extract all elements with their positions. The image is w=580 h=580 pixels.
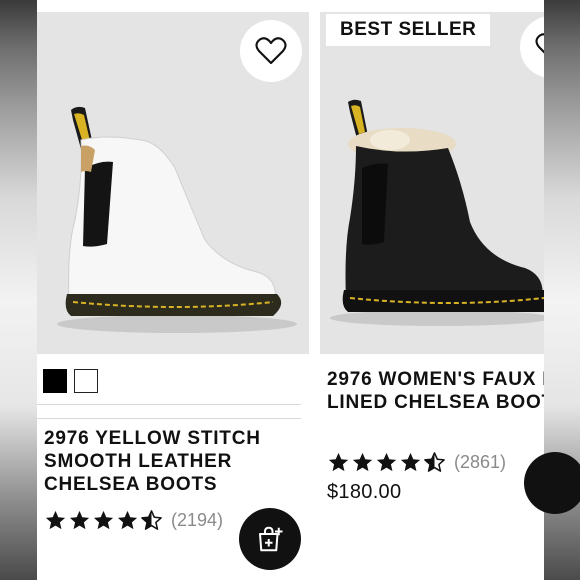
star-icon [93, 510, 114, 530]
review-count[interactable]: (2194) [171, 510, 223, 531]
heart-icon [255, 37, 287, 65]
product-title[interactable]: 2976 YELLOW STITCH SMOOTH LEATHER CHELSE… [44, 427, 306, 496]
product-image-black-faux-fur-boot[interactable] [320, 12, 544, 354]
star-icon [45, 510, 66, 530]
wishlist-button[interactable] [240, 20, 302, 82]
product-price: $180.00 [327, 481, 402, 503]
product-rating: (2861) [327, 451, 506, 474]
swatch-white[interactable] [74, 369, 98, 393]
star-icon [400, 452, 421, 472]
star-half-icon [424, 452, 445, 472]
product-card-2[interactable]: BEST SELLER 2976 WOMEN'S FAUX FUR LINED … [320, 0, 544, 580]
best-seller-badge: BEST SELLER [326, 14, 491, 46]
star-icon [352, 452, 373, 472]
product-title[interactable]: 2976 WOMEN'S FAUX FUR LINED CHELSEA BOOT… [327, 368, 544, 414]
black-boot-illustration [330, 99, 544, 326]
star-icon [328, 452, 349, 472]
star-half-icon [141, 510, 162, 530]
divider [37, 418, 301, 419]
shopping-bag-plus-icon [259, 526, 283, 552]
product-card-1[interactable]: 2976 YELLOW STITCH SMOOTH LEATHER CHELSE… [37, 0, 309, 580]
blurred-side-panel-left [0, 0, 37, 580]
add-to-cart-button-partial[interactable] [524, 452, 580, 514]
star-icon [117, 510, 138, 530]
divider [37, 404, 301, 405]
review-count[interactable]: (2861) [454, 452, 506, 473]
star-icon [376, 452, 397, 472]
product-rating: (2194) [44, 509, 223, 532]
heart-icon [535, 33, 544, 54]
add-to-cart-button[interactable] [239, 508, 301, 570]
swatch-black[interactable] [43, 369, 67, 393]
color-swatches [43, 369, 98, 393]
star-icon [69, 510, 90, 530]
